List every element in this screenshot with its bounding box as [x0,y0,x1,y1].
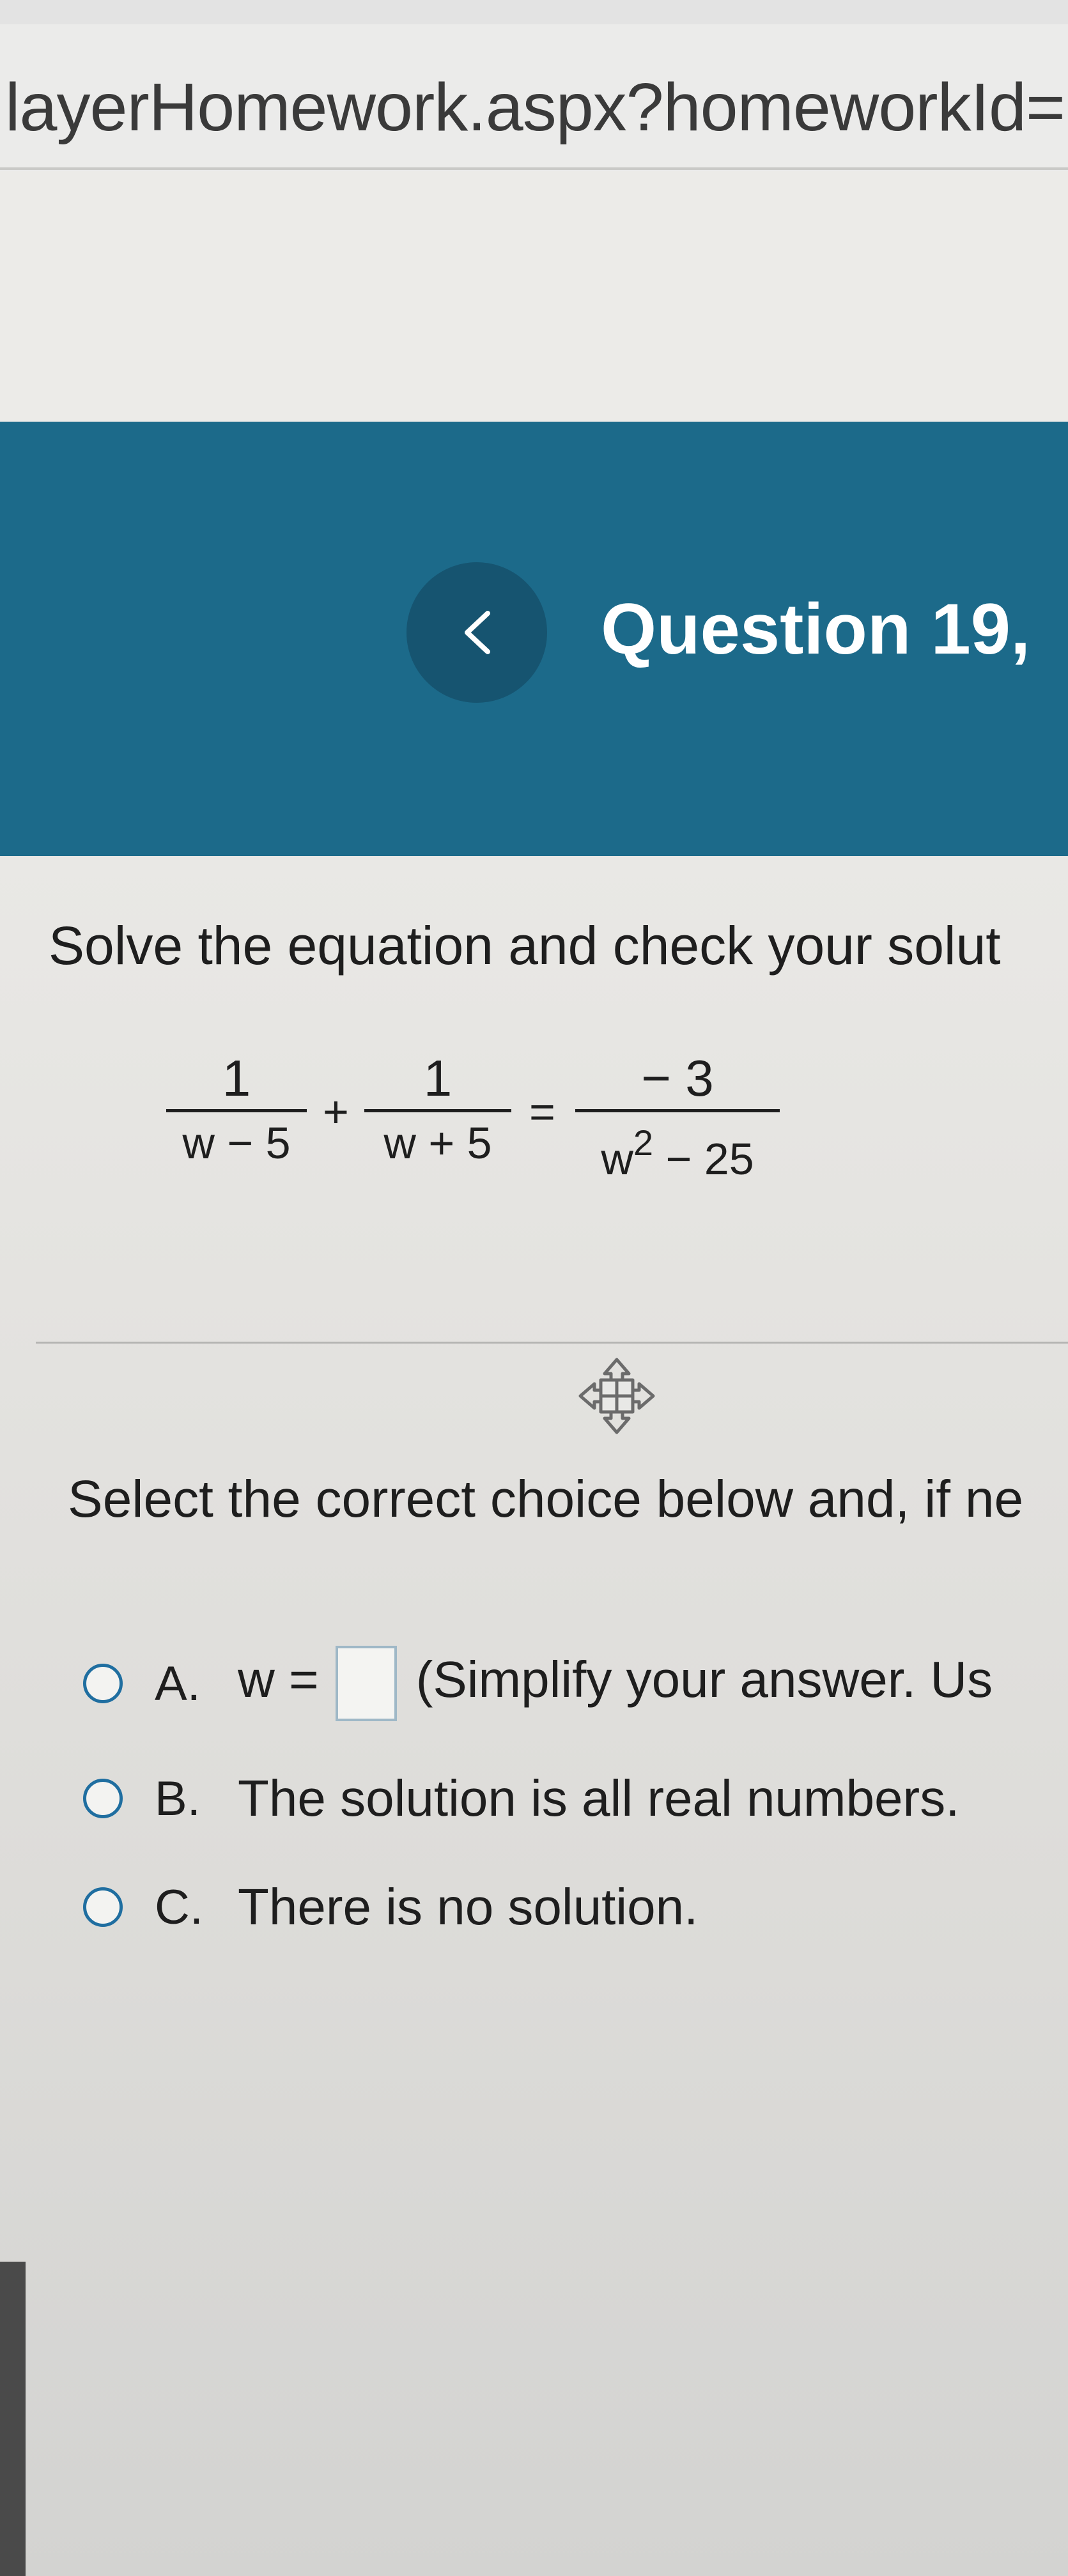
fraction-2-numerator: 1 [423,1050,453,1107]
equation-fraction-2: 1 w + 5 [364,1048,511,1174]
choice-a-text: w = (Simplify your answer. Us [238,1646,993,1721]
chevron-left-icon [465,611,490,654]
choice-c[interactable]: C. There is no solution. [83,1872,698,1942]
fraction-3-denominator-exponent: 2 [633,1123,654,1163]
equation-plus-sign: + [323,1087,349,1137]
previous-question-button[interactable] [406,562,547,703]
choice-c-text: There is no solution. [238,1878,699,1935]
url-text[interactable]: layerHomework.aspx?homeworkId=6 [5,69,1068,146]
address-bar[interactable]: layerHomework.aspx?homeworkId=6 [0,24,1068,172]
answer-prompt: Select the correct choice below and, if … [68,1470,1024,1528]
move-icon[interactable] [575,1354,658,1438]
section-divider [36,1342,1068,1344]
fraction-3-denominator-rest: − 25 [653,1134,754,1184]
fraction-3-numerator: − 3 [641,1050,714,1107]
choice-c-radio[interactable] [83,1887,123,1927]
choice-a[interactable]: A. w = (Simplify your answer. Us [83,1646,993,1721]
choice-b-text: The solution is all real numbers. [238,1770,960,1827]
choice-a-hint: (Simplify your answer. Us [415,1651,993,1708]
choice-a-radio[interactable] [83,1664,123,1703]
fraction-3-denominator: w2 − 25 [601,1112,754,1190]
choice-a-variable: w = [238,1651,319,1708]
question-title: Question 19, [601,589,1031,669]
choice-c-letter: C. [155,1880,203,1935]
browser-top-strip [0,0,1068,24]
window-edge [0,2262,26,2576]
fraction-2-denominator: w + 5 [383,1118,492,1168]
fraction-1-denominator: w − 5 [182,1118,291,1168]
fraction-1-numerator: 1 [222,1050,251,1107]
equation-fraction-1: 1 w − 5 [166,1048,307,1174]
choice-a-letter: A. [155,1656,201,1711]
choice-b-radio[interactable] [83,1779,123,1818]
fraction-3-denominator-base: w [601,1134,633,1184]
question-instruction: Solve the equation and check your solut [49,916,1001,976]
choice-b-letter: B. [155,1771,201,1826]
address-bar-divider [0,167,1068,170]
equation-equals-sign: = [529,1087,555,1137]
page: layerHomework.aspx?homeworkId=6 Question… [0,0,1068,2576]
answer-input[interactable] [335,1646,397,1721]
choice-b[interactable]: B. The solution is all real numbers. [83,1763,959,1834]
page-top-spacer [0,171,1068,422]
equation-fraction-3: − 3 w2 − 25 [575,1048,780,1190]
